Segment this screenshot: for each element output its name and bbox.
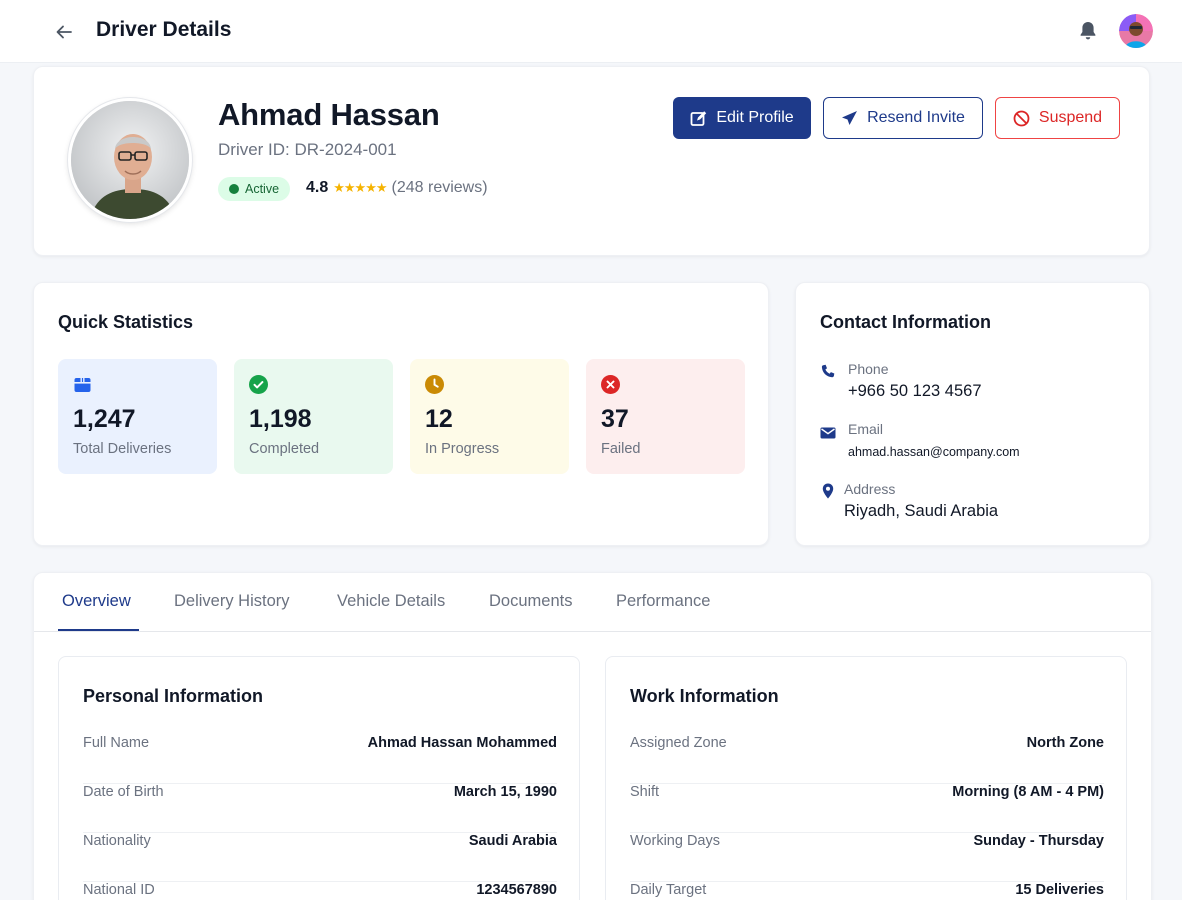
info-row-daily-target: Daily Target 15 Deliveries (630, 882, 1104, 900)
info-key: Full Name (83, 735, 150, 751)
bell-icon[interactable] (1078, 20, 1100, 42)
info-row-national-id: National ID 1234567890 (83, 882, 557, 900)
email-label: Email (848, 421, 884, 437)
stat-label: Failed (601, 441, 641, 457)
tab-vehicle-details[interactable]: Vehicle Details (337, 592, 445, 611)
review-count: (248 reviews) (391, 179, 488, 196)
info-row-working-days: Working Days Sunday - Thursday (630, 833, 1104, 882)
stat-value: 1,198 (249, 405, 312, 433)
stat-total-deliveries[interactable]: 1,247 Total Deliveries (58, 359, 217, 474)
driver-id: Driver ID: DR-2024-001 (218, 140, 397, 159)
rating: 4.8 ★★★★★ (248 reviews) (306, 179, 488, 197)
tab-bar: Overview Delivery History Vehicle Detail… (34, 573, 1151, 632)
info-value: Morning (8 AM - 4 PM) (952, 784, 1104, 800)
box-icon (74, 378, 91, 392)
info-value: March 15, 1990 (453, 784, 557, 800)
email-value[interactable]: ahmad.hassan@company.com (848, 445, 1020, 459)
suspend-button[interactable]: Suspend (995, 97, 1120, 139)
stat-label: Total Deliveries (73, 441, 172, 457)
suspend-label: Suspend (1038, 109, 1103, 126)
info-row-assigned-zone: Assigned Zone North Zone (630, 735, 1104, 784)
info-row-shift: Shift Morning (8 AM - 4 PM) (630, 784, 1104, 833)
edit-profile-label: Edit Profile (716, 109, 794, 126)
driver-tabs-card: Overview Delivery History Vehicle Detail… (33, 572, 1152, 900)
tab-delivery-history[interactable]: Delivery History (174, 592, 290, 611)
quick-statistics-card: Quick Statistics 1,247 Total Deliveries … (33, 282, 769, 546)
stat-completed[interactable]: 1,198 Completed (234, 359, 393, 474)
info-value: Sunday - Thursday (973, 833, 1104, 849)
stat-value: 37 (601, 405, 629, 433)
tab-overview[interactable]: Overview (62, 592, 131, 611)
ban-icon (1013, 110, 1030, 126)
info-value: Ahmad Hassan Mohammed (367, 735, 557, 751)
page-title: Driver Details (96, 18, 232, 41)
info-row-full-name: Full Name Ahmad Hassan Mohammed (83, 735, 557, 784)
info-key: Shift (630, 784, 660, 800)
check-circle-icon (249, 375, 268, 394)
resend-invite-button[interactable]: Resend Invite (823, 97, 983, 139)
envelope-icon (820, 427, 836, 439)
clock-icon (425, 375, 444, 394)
quick-statistics-title: Quick Statistics (58, 312, 194, 332)
info-value: North Zone (1026, 735, 1104, 751)
info-row-date-of-birth: Date of Birth March 15, 1990 (83, 784, 557, 833)
stat-value: 12 (425, 405, 453, 433)
phone-icon (821, 364, 835, 378)
info-key: Working Days (630, 833, 720, 849)
edit-profile-button[interactable]: Edit Profile (673, 97, 811, 139)
map-pin-icon (822, 483, 834, 499)
send-icon (842, 110, 858, 125)
work-information-panel: Work Information Assigned Zone North Zon… (605, 656, 1127, 900)
back-arrow-icon[interactable] (52, 20, 76, 44)
x-circle-icon (601, 375, 620, 394)
info-key: Assigned Zone (630, 735, 727, 751)
status-dot-icon (229, 184, 239, 194)
user-avatar[interactable] (1119, 14, 1153, 48)
work-information-title: Work Information (630, 686, 779, 706)
star-rating-icon: ★★★★★ (333, 180, 387, 195)
personal-information-title: Personal Information (83, 686, 264, 706)
status-label: Active (245, 182, 280, 196)
contact-information-card: Contact Information Phone +966 50 123 45… (795, 282, 1150, 546)
resend-invite-label: Resend Invite (867, 109, 965, 126)
info-key: National ID (83, 882, 155, 898)
tab-documents[interactable]: Documents (489, 592, 572, 611)
address-value: Riyadh, Saudi Arabia (844, 502, 999, 520)
info-key: Daily Target (630, 882, 707, 898)
edit-icon (690, 110, 707, 126)
profile-card: Ahmad Hassan Driver ID: DR-2024-001 Acti… (33, 66, 1150, 256)
info-key: Date of Birth (83, 784, 164, 800)
info-value: 15 Deliveries (1015, 882, 1104, 898)
info-value: Saudi Arabia (468, 833, 557, 849)
stat-in-progress[interactable]: 12 In Progress (410, 359, 569, 474)
top-bar: Driver Details (0, 0, 1182, 63)
phone-label: Phone (848, 361, 889, 377)
driver-name: Ahmad Hassan (218, 97, 440, 132)
info-key: Nationality (83, 833, 151, 849)
tab-performance[interactable]: Performance (616, 592, 710, 611)
contact-information-title: Contact Information (820, 312, 991, 332)
stat-failed[interactable]: 37 Failed (586, 359, 745, 474)
status-badge: Active (218, 177, 291, 201)
driver-photo (68, 98, 192, 222)
stat-label: In Progress (425, 441, 500, 457)
phone-value[interactable]: +966 50 123 4567 (848, 382, 982, 401)
info-row-nationality: Nationality Saudi Arabia (83, 833, 557, 882)
stat-label: Completed (249, 441, 320, 457)
address-label: Address (844, 481, 896, 497)
info-value: 1234567890 (476, 882, 557, 898)
stat-value: 1,247 (73, 405, 136, 433)
rating-value: 4.8 (306, 179, 329, 196)
active-tab-indicator (58, 629, 139, 631)
personal-information-panel: Personal Information Full Name Ahmad Has… (58, 656, 580, 900)
